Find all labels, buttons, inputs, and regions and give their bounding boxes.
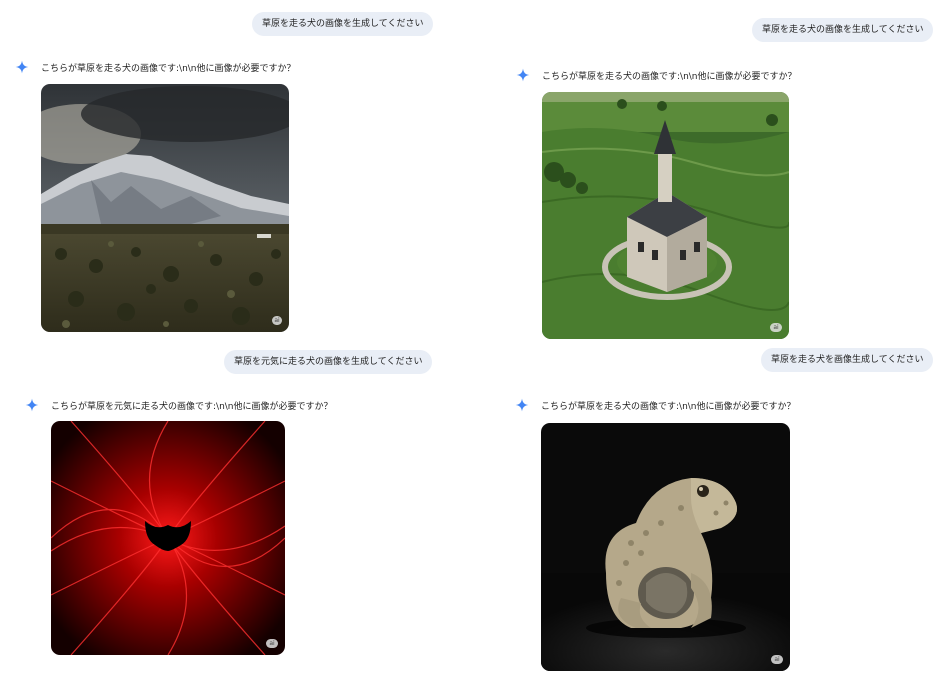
ai-badge: ai — [770, 323, 782, 332]
user-prompt-text: 草原を走る犬を画像生成してください — [771, 355, 924, 365]
ai-badge: ai — [272, 316, 282, 325]
user-prompt-bubble: 草原を走る犬を画像生成してください — [761, 348, 934, 372]
generated-image-red-abstract[interactable]: ai — [51, 421, 285, 655]
sparkle-icon — [25, 398, 39, 412]
user-prompt-text: 草原を元気に走る犬の画像を生成してください — [234, 357, 423, 367]
frog-sculpture-illustration — [541, 423, 790, 671]
red-abstract-illustration — [51, 421, 285, 655]
generated-image-frog[interactable]: ai — [541, 423, 790, 671]
generated-image-church[interactable]: ai — [542, 92, 789, 339]
assistant-reply: こちらが草原を走る犬の画像です:\n\n他に画像が必要ですか？ — [515, 398, 796, 412]
sparkle-icon — [15, 60, 29, 74]
generated-image-mountain[interactable]: ai — [41, 84, 289, 332]
assistant-reply-text: こちらが草原を走る犬の画像です:\n\n他に画像が必要ですか？ — [41, 63, 296, 74]
assistant-reply-text: こちらが草原を走る犬の画像です:\n\n他に画像が必要ですか？ — [542, 71, 797, 82]
assistant-reply: こちらが草原を走る犬の画像です:\n\n他に画像が必要ですか？ — [516, 68, 797, 82]
assistant-reply: こちらが草原を元気に走る犬の画像です:\n\n他に画像が必要ですか？ — [25, 398, 333, 412]
chat-comparison-grid: 草原を走る犬の画像を生成してください こちらが草原を走る犬の画像です:\n\n他… — [0, 0, 945, 683]
user-prompt-bubble: 草原を元気に走る犬の画像を生成してください — [224, 350, 433, 374]
user-prompt-text: 草原を走る犬の画像を生成してください — [762, 25, 924, 35]
ai-badge: ai — [266, 639, 278, 648]
user-prompt-bubble: 草原を走る犬の画像を生成してください — [252, 12, 434, 36]
sparkle-icon — [515, 398, 529, 412]
church-field-illustration — [542, 92, 789, 339]
ai-badge: ai — [771, 655, 783, 664]
mountain-landscape-illustration — [41, 84, 289, 332]
user-prompt-bubble: 草原を走る犬の画像を生成してください — [752, 18, 934, 42]
assistant-reply: こちらが草原を走る犬の画像です:\n\n他に画像が必要ですか？ — [15, 60, 296, 74]
assistant-reply-text: こちらが草原を走る犬の画像です:\n\n他に画像が必要ですか？ — [541, 401, 796, 412]
sparkle-icon — [516, 68, 530, 82]
assistant-reply-text: こちらが草原を元気に走る犬の画像です:\n\n他に画像が必要ですか？ — [51, 401, 333, 412]
user-prompt-text: 草原を走る犬の画像を生成してください — [262, 19, 424, 29]
